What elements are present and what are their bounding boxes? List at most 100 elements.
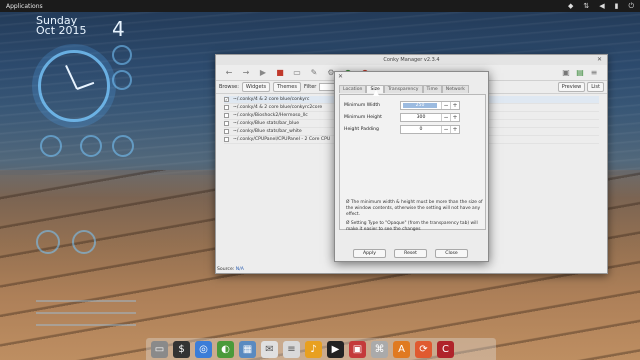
system-tray: ◆ ⇅ ◀ ▮ ⏻ [568, 2, 634, 11]
decrement-icon[interactable]: − [441, 114, 450, 121]
forward-icon[interactable]: → [241, 68, 251, 77]
conky-day-number: 4 [112, 17, 125, 41]
source-label: Source: [217, 267, 235, 272]
stop-icon[interactable]: ■ [275, 68, 285, 77]
min-width-spinner[interactable]: 250 − + [400, 101, 460, 110]
min-height-row: Minimum Height 300 − + [344, 113, 460, 122]
toolbar-right: ▣ ▤ ≡ [561, 68, 599, 77]
source-link[interactable]: N/A [236, 267, 244, 272]
dialog-buttons: Apply Reset Close [353, 249, 468, 258]
settings-icon[interactable]: ▦ [239, 340, 256, 358]
conky-bar [36, 312, 136, 314]
min-height-value[interactable]: 300 [401, 115, 441, 120]
height-padding-spinner[interactable]: 0 − + [400, 125, 460, 134]
min-width-row: Minimum Width 250 − + [344, 101, 460, 110]
video-icon[interactable]: ▶ [327, 340, 344, 358]
photos-icon[interactable]: ▣ [349, 340, 366, 358]
reset-button[interactable]: Reset [394, 249, 427, 258]
close-icon[interactable]: ✕ [338, 73, 343, 80]
music-icon[interactable]: ♪ [305, 340, 322, 358]
apply-button[interactable]: Apply [353, 249, 386, 258]
conky-ring [40, 135, 62, 157]
widgets-toggle[interactable]: Widgets [241, 82, 271, 92]
conky-ring [112, 70, 132, 90]
tab-network[interactable]: Network [441, 85, 469, 93]
checkbox[interactable] [224, 113, 229, 118]
browser-icon[interactable]: ◎ [195, 340, 212, 358]
list-item-path: ~/.conky/4 & 2 core blue/conkyrc [233, 97, 310, 102]
min-height-spinner[interactable]: 300 − + [400, 113, 460, 122]
clock-hour-hand [65, 65, 78, 90]
checkbox[interactable] [224, 137, 229, 142]
conky-clock [38, 50, 110, 122]
applications-menu[interactable]: Applications [6, 3, 43, 10]
close-icon[interactable]: ✕ [597, 56, 602, 63]
dialog-tabs: Location Size Transparency Time Network [339, 85, 469, 93]
tab-transparency[interactable]: Transparency [383, 85, 423, 93]
clock-minute-hand [76, 81, 95, 90]
list-button[interactable]: List [587, 82, 604, 92]
conky-icon[interactable]: C [437, 340, 454, 358]
filter-label: Filter [303, 84, 317, 90]
increment-icon[interactable]: + [450, 102, 459, 109]
app-center-icon[interactable]: A [393, 340, 410, 358]
conky-bar [36, 324, 136, 326]
menu-icon[interactable]: ≡ [589, 68, 599, 77]
checkbox[interactable] [224, 121, 229, 126]
mouse-cursor-icon: ▲ [373, 88, 380, 97]
height-padding-label: Height Padding [344, 127, 379, 132]
preview-button[interactable]: Preview [557, 82, 586, 92]
note-opaque: Ø Setting Type to "Opaque" (from the tra… [346, 221, 478, 232]
decrement-icon[interactable]: − [441, 102, 450, 109]
calculator-icon[interactable]: ⌘ [371, 340, 388, 358]
height-padding-value[interactable]: 0 [401, 127, 441, 132]
conky-ring [36, 230, 60, 254]
conky-ring [112, 135, 134, 157]
conky-bar [36, 300, 136, 302]
source-line: Source: N/A [217, 267, 244, 272]
edit-icon[interactable]: ✎ [309, 68, 319, 77]
power-icon[interactable]: ⏻ [628, 2, 634, 11]
close-button[interactable]: Close [435, 249, 468, 258]
min-height-label: Minimum Height [344, 115, 382, 120]
updates-icon[interactable]: ⟳ [415, 340, 432, 358]
tab-time[interactable]: Time [422, 85, 442, 93]
conky-ring [112, 45, 132, 65]
checkbox[interactable]: ✓ [224, 97, 229, 102]
conky-date: Sunday Oct 2015 [36, 15, 87, 37]
play-icon[interactable]: ▶ [258, 68, 268, 77]
text-editor-icon[interactable]: ≡ [283, 340, 300, 358]
file-manager-icon[interactable]: ▭ [151, 340, 168, 358]
checkbox[interactable] [224, 105, 229, 110]
list-item-path: ~/.conky/Blue stats/bar_blue [233, 121, 300, 126]
image-icon[interactable]: ▣ [561, 68, 571, 77]
min-width-label: Minimum Width [344, 103, 381, 108]
top-panel: Applications ◆ ⇅ ◀ ▮ ⏻ [0, 0, 640, 12]
size-tab-panel: Minimum Width 250 − + Minimum Height 300… [339, 94, 486, 232]
increment-icon[interactable]: + [450, 114, 459, 121]
media-icon[interactable]: ◐ [217, 340, 234, 358]
min-width-value[interactable]: 250 [403, 103, 437, 108]
list-item-path: ~/.conky/4 & 2 core blue/conkyrc2core [233, 105, 323, 110]
window-title: Conky Manager v2.3.4 [383, 57, 440, 63]
conky-ring [80, 135, 102, 157]
terminal-icon[interactable]: $ [173, 340, 190, 358]
dock: ▭ $ ◎ ◐ ▦ ✉ ≡ ♪ ▶ ▣ ⌘ A ⟳ C [146, 338, 496, 360]
battery-icon[interactable]: ▮ [615, 2, 619, 10]
conky-month-year: Oct 2015 [36, 24, 87, 37]
height-padding-row: Height Padding 0 − + [344, 125, 460, 134]
themes-toggle[interactable]: Themes [273, 82, 301, 92]
checkbox[interactable] [224, 129, 229, 134]
network-icon[interactable]: ⇅ [583, 2, 589, 10]
mail-icon[interactable]: ✉ [261, 340, 278, 358]
tab-location[interactable]: Location [339, 85, 367, 93]
window-titlebar[interactable]: Conky Manager v2.3.4 ✕ [216, 55, 607, 65]
dropbox-icon[interactable]: ◆ [568, 2, 573, 10]
volume-icon[interactable]: ◀ [599, 2, 604, 10]
browse-label: Browse: [219, 84, 239, 90]
back-icon[interactable]: ← [224, 68, 234, 77]
folder-icon[interactable]: ▭ [292, 68, 302, 77]
decrement-icon[interactable]: − [441, 126, 450, 133]
increment-icon[interactable]: + [450, 126, 459, 133]
import-icon[interactable]: ▤ [575, 68, 585, 77]
